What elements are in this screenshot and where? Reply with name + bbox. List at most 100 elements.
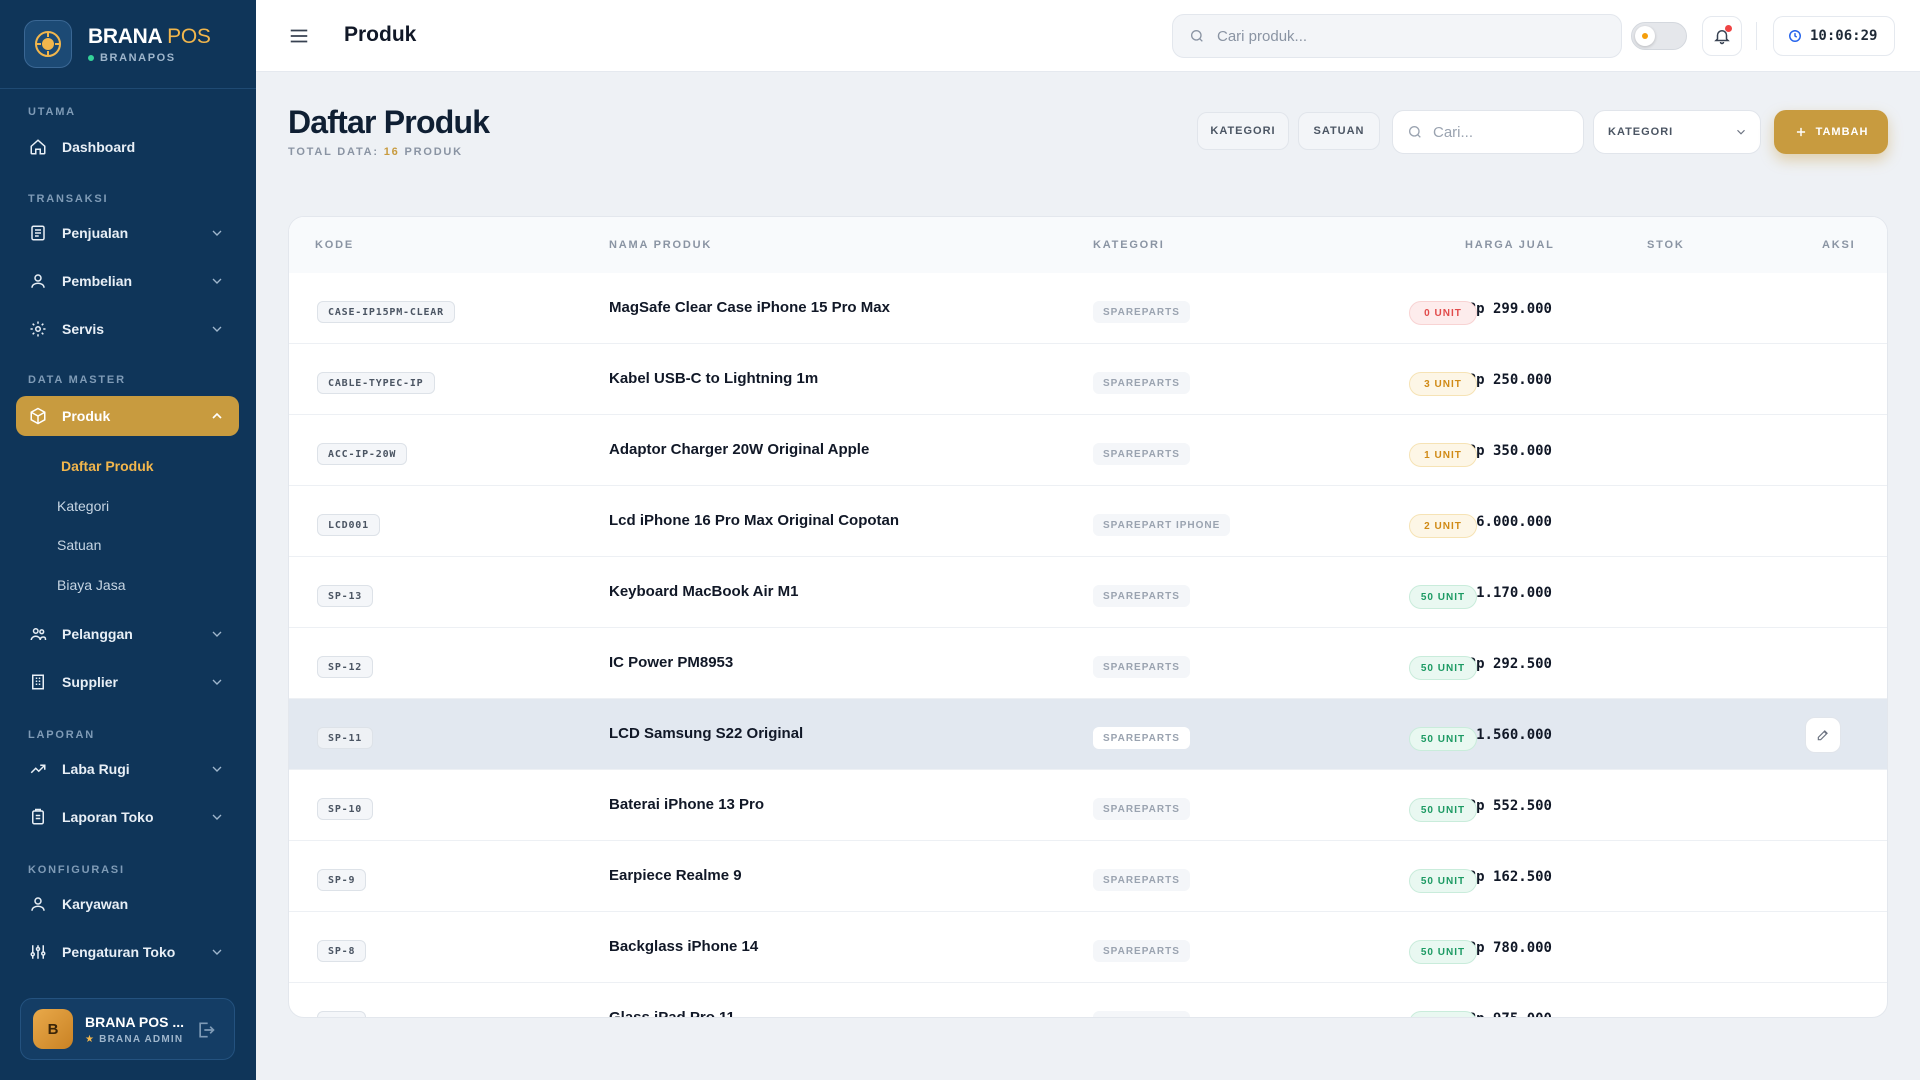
product-code: SP-7 <box>317 1011 367 1017</box>
employee-icon <box>28 894 48 914</box>
theme-toggle[interactable] <box>1631 22 1687 50</box>
product-code: SP-12 <box>317 656 374 678</box>
sidebar-item-pengaturan-toko[interactable]: Pengaturan Toko <box>16 932 239 972</box>
product-search-input[interactable] <box>1433 123 1573 141</box>
sidebar-subitem-satuan[interactable]: Satuan <box>57 537 101 553</box>
chevron-down-icon <box>212 814 222 820</box>
category-badge: SPAREPARTS <box>1093 869 1190 891</box>
clock-icon <box>1789 30 1801 42</box>
product-code: SP-9 <box>317 869 367 891</box>
product-price: Rp 162.500 <box>1467 869 1552 885</box>
logout-icon[interactable] <box>196 1020 216 1040</box>
sun-icon <box>1635 26 1655 46</box>
sidebar-item-label: Produk <box>62 408 111 424</box>
product-name: Glass iPad Pro 11 <box>609 1009 735 1018</box>
sidebar-item-supplier[interactable]: Supplier <box>16 662 239 702</box>
kategori-button[interactable]: KATEGORI <box>1197 112 1289 150</box>
sidebar-item-produk[interactable]: Produk <box>16 396 239 436</box>
chevron-down-icon <box>212 679 222 685</box>
building-icon <box>28 672 48 692</box>
user-card[interactable]: B BRANA POS ... ★ BRANA ADMIN <box>20 998 235 1060</box>
edit-button[interactable] <box>1805 717 1841 753</box>
menu-icon[interactable] <box>288 25 310 47</box>
sidebar-item-label: Pembelian <box>62 273 133 289</box>
sidebar-item-pembelian[interactable]: Pembelian <box>16 261 239 301</box>
col-nama-produk: NAMA PRODUK <box>609 239 713 251</box>
table-row[interactable]: SP-11 LCD Samsung S22 Original SPAREPARTS R… <box>289 699 1887 770</box>
col-aksi: AKSI <box>1822 239 1856 251</box>
global-search[interactable] <box>1172 14 1622 58</box>
sliders-icon <box>28 942 48 962</box>
stock-badge: 50 UNIT <box>1409 585 1477 609</box>
product-name: Kabel USB-C to Lightning 1m <box>609 370 819 387</box>
section-label-konfigurasi: KONFIGURASI <box>28 864 125 876</box>
box-icon <box>28 406 48 426</box>
table-row[interactable]: SP-8 Backglass iPhone 14 SPAREPARTS Rp 780.… <box>289 912 1887 983</box>
receipt-icon <box>28 223 48 243</box>
sidebar-subitem-daftar-produk[interactable]: Daftar Produk <box>61 458 154 474</box>
search-icon <box>1409 126 1421 138</box>
sidebar-item-laba-rugi[interactable]: Laba Rugi <box>16 749 239 789</box>
product-name: IC Power PM8953 <box>609 654 734 671</box>
sidebar-item-karyawan[interactable]: Karyawan <box>16 884 239 924</box>
global-search-input[interactable] <box>1217 27 1597 45</box>
stock-badge: 50 UNIT <box>1409 1011 1477 1017</box>
table-row[interactable]: SP-9 Earpiece Realme 9 SPAREPARTS Rp 162.50… <box>289 841 1887 912</box>
product-code: SP-8 <box>317 940 367 962</box>
category-badge: SPAREPARTS <box>1093 656 1190 678</box>
table-row[interactable]: CABLE-TYPEC-IP Kabel USB-C to Lightning 1… <box>289 344 1887 415</box>
chevron-down-icon <box>212 278 222 284</box>
product-search[interactable] <box>1392 110 1584 154</box>
table-row[interactable]: LCD001 Lcd iPhone 16 Pro Max Original Cop… <box>289 486 1887 557</box>
page-header-title: Produk <box>344 23 417 46</box>
sidebar-item-label: Penjualan <box>62 225 129 241</box>
sidebar-item-dashboard[interactable]: Dashboard <box>16 127 239 167</box>
satuan-button[interactable]: SATUAN <box>1298 112 1380 150</box>
category-select-value: KATEGORI <box>1608 126 1674 138</box>
table-row[interactable]: ACC-IP-20W Adaptor Charger 20W Original A… <box>289 415 1887 486</box>
chevron-down-icon <box>212 766 222 772</box>
sidebar-item-label: Pengaturan Toko <box>62 944 176 960</box>
section-label-transaksi: TRANSAKSI <box>28 193 109 205</box>
category-badge: SPAREPARTS <box>1093 301 1190 323</box>
stock-badge: 1 UNIT <box>1409 443 1477 467</box>
chevron-up-icon <box>212 412 222 419</box>
sidebar-item-label: Dashboard <box>62 139 136 155</box>
table-row[interactable]: SP-7 Glass iPad Pro 11 SPAREPARTS Rp 975.00… <box>289 983 1887 1018</box>
sidebar-item-penjualan[interactable]: Penjualan <box>16 213 239 253</box>
category-badge: SPAREPARTS <box>1093 443 1190 465</box>
chevron-down-icon <box>212 230 222 236</box>
table-row[interactable]: SP-12 IC Power PM8953 SPAREPARTS Rp 292.500… <box>289 628 1887 699</box>
stock-badge: 50 UNIT <box>1409 798 1477 822</box>
sidebar-subitem-biaya-jasa[interactable]: Biaya Jasa <box>57 577 125 593</box>
search-icon <box>1191 30 1203 42</box>
sidebar-item-label: Pelanggan <box>62 626 133 642</box>
table-row[interactable]: SP-13 Keyboard MacBook Air M1 SPAREPARTS Rp… <box>289 557 1887 628</box>
add-product-button[interactable]: TAMBAH <box>1774 110 1888 154</box>
stock-badge: 3 UNIT <box>1409 372 1477 396</box>
product-name: LCD Samsung S22 Original <box>609 725 804 742</box>
notification-button[interactable] <box>1702 16 1742 56</box>
sidebar-subitem-kategori[interactable]: Kategori <box>57 498 109 514</box>
product-price: Rp 299.000 <box>1467 301 1552 317</box>
sidebar-item-laporan-toko[interactable]: Laporan Toko <box>16 797 239 837</box>
sidebar-item-label: Servis <box>62 321 105 337</box>
category-badge: SPAREPARTS <box>1093 727 1190 749</box>
sidebar-item-pelanggan[interactable]: Pelanggan <box>16 614 239 654</box>
sidebar-item-servis[interactable]: Servis <box>16 309 239 349</box>
table-row[interactable]: SP-10 Baterai iPhone 13 Pro SPAREPARTS Rp 5… <box>289 770 1887 841</box>
brand-title: BRANA POS <box>88 24 211 48</box>
brand[interactable]: BRANA POS BRANAPOS <box>24 20 211 68</box>
sidebar-item-label: Supplier <box>62 674 119 690</box>
category-select[interactable]: KATEGORI <box>1593 110 1761 154</box>
product-price: Rp 292.500 <box>1467 656 1552 672</box>
divider <box>0 88 256 89</box>
table-row[interactable]: CASE-IP15PM-CLEAR MagSafe Clear Case iPho… <box>289 273 1887 344</box>
table-header: KODE NAMA PRODUK KATEGORI HARGA JUAL STO… <box>289 217 1887 273</box>
notification-dot <box>1725 25 1732 32</box>
product-name: Backglass iPhone 14 <box>609 938 759 955</box>
clipboard-icon <box>28 807 48 827</box>
product-name: Keyboard MacBook Air M1 <box>609 583 799 600</box>
category-badge: SPAREPARTS <box>1093 1011 1190 1017</box>
sidebar-item-label: Laba Rugi <box>62 761 130 777</box>
